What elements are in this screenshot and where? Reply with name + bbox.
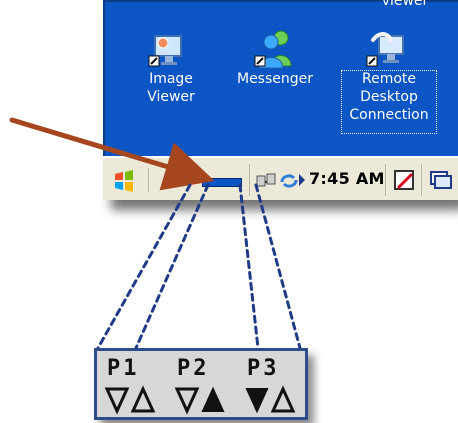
triangle-up-outline-icon <box>130 385 156 413</box>
triangle-down-outline-icon <box>174 387 200 415</box>
zoom-callout: P1 P2 P3 <box>94 348 308 420</box>
triangle-up-outline-icon <box>270 385 296 413</box>
triangle-down-filled-icon <box>245 388 269 414</box>
p1-label: P1 <box>107 356 140 381</box>
triangle-down-outline-icon <box>104 387 130 415</box>
p2-label: P2 <box>177 356 210 381</box>
triangle-up-filled-icon <box>201 386 225 412</box>
triangle-indicators <box>104 385 296 415</box>
p3-label: P3 <box>247 356 280 381</box>
